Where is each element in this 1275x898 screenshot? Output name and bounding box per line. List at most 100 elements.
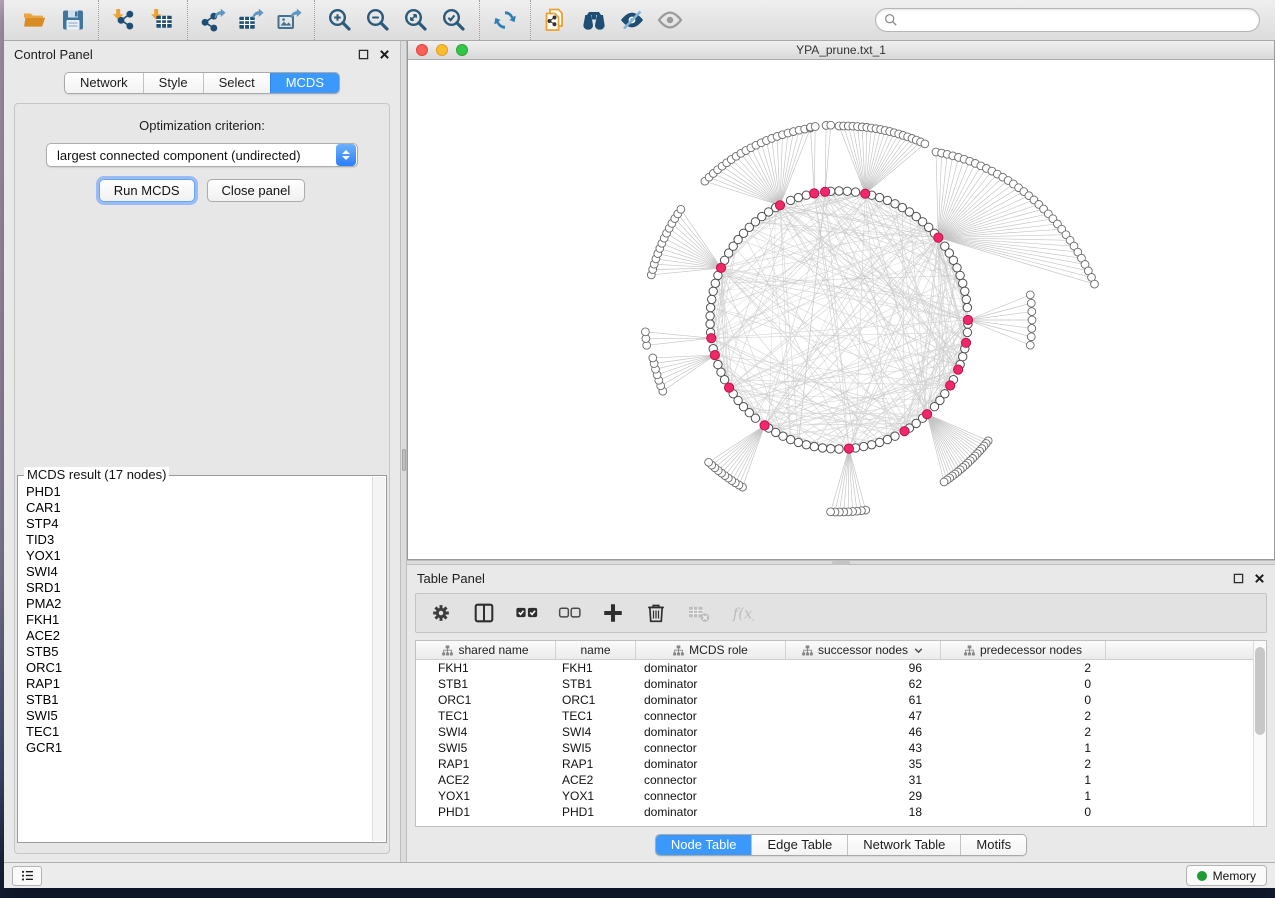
column-header-shared-name[interactable]: shared name	[416, 641, 556, 659]
splitter-grip[interactable]	[402, 449, 406, 471]
horizontal-splitter[interactable]	[407, 560, 1275, 565]
table-row[interactable]: TEC1TEC1connector472	[416, 708, 1266, 724]
zoom-selected-icon	[441, 7, 467, 33]
mcds-result-item[interactable]: RAP1	[26, 676, 371, 692]
column-header-predecessor-nodes[interactable]: predecessor nodes	[941, 641, 1106, 659]
add-row-icon	[601, 601, 625, 625]
search-input[interactable]	[903, 13, 1251, 27]
mcds-result-item[interactable]: PMA2	[26, 596, 371, 612]
table-row[interactable]: SWI4SWI4dominator462	[416, 724, 1266, 740]
scrollbar-thumb[interactable]	[1255, 647, 1265, 735]
close-panel-icon[interactable]	[1253, 572, 1265, 584]
main-toolbar	[4, 0, 1275, 41]
table-row[interactable]: RAP1RAP1dominator352	[416, 756, 1266, 772]
cell-predecessor-nodes: 2	[941, 756, 1106, 772]
refresh-view-button[interactable]	[486, 3, 524, 37]
tab-network-table[interactable]: Network Table	[847, 835, 960, 855]
task-history-button[interactable]	[12, 866, 42, 886]
open-file-button[interactable]	[16, 3, 54, 37]
float-panel-icon[interactable]	[357, 48, 369, 60]
add-row-button[interactable]	[600, 600, 626, 626]
tab-edge-table[interactable]: Edge Table	[751, 835, 847, 855]
show-details-button[interactable]	[651, 3, 689, 37]
close-panel-icon[interactable]	[378, 48, 390, 60]
mcds-result-item[interactable]: ACE2	[26, 628, 371, 644]
first-neighbors-button[interactable]	[575, 3, 613, 37]
table-row[interactable]: PHD1PHD1dominator180	[416, 804, 1266, 820]
table-row[interactable]: FKH1FKH1dominator962	[416, 660, 1266, 676]
mcds-list-scrollbar[interactable]	[372, 477, 385, 841]
deselect-all-button[interactable]	[557, 600, 583, 626]
network-window-titlebar[interactable]: YPA_prune.txt_1	[408, 41, 1274, 60]
mcds-result-item[interactable]: YOX1	[26, 548, 371, 564]
export-table-icon	[238, 7, 264, 33]
mcds-result-item[interactable]: FKH1	[26, 612, 371, 628]
mcds-result-item[interactable]: GCR1	[26, 740, 371, 756]
zoom-out-button[interactable]	[359, 3, 397, 37]
column-header-successor-nodes[interactable]: successor nodes	[786, 641, 941, 659]
export-network-button[interactable]	[194, 3, 232, 37]
mcds-result-item[interactable]: SWI4	[26, 564, 371, 580]
cell-MCDS-role: connector	[636, 740, 786, 756]
column-header-MCDS-role[interactable]: MCDS role	[636, 641, 786, 659]
memory-button[interactable]: Memory	[1186, 865, 1267, 886]
import-table-button[interactable]	[143, 3, 181, 37]
close-panel-button[interactable]: Close panel	[207, 179, 306, 202]
export-image-button[interactable]	[270, 3, 308, 37]
mcds-result-item[interactable]: STB5	[26, 644, 371, 660]
vertical-splitter[interactable]	[400, 41, 407, 862]
delete-row-button[interactable]	[643, 600, 669, 626]
optimization-criterion-select[interactable]: largest connected component (undirected)	[46, 143, 358, 167]
cell-MCDS-role: connector	[636, 772, 786, 788]
show-details-icon	[657, 7, 683, 33]
mcds-result-item[interactable]: ORC1	[26, 660, 371, 676]
network-from-document-icon	[543, 7, 569, 33]
split-columns-button[interactable]	[471, 600, 497, 626]
table-row[interactable]: ORC1ORC1dominator610	[416, 692, 1266, 708]
table-row[interactable]: STB1STB1dominator620	[416, 676, 1266, 692]
table-row[interactable]: ACE2ACE2connector311	[416, 772, 1266, 788]
zoom-in-button[interactable]	[321, 3, 359, 37]
tab-node-table[interactable]: Node Table	[656, 835, 752, 855]
mcds-result-item[interactable]: STP4	[26, 516, 371, 532]
mcds-result-item[interactable]: SRD1	[26, 580, 371, 596]
import-network-button[interactable]	[105, 3, 143, 37]
gear-button[interactable]	[428, 600, 454, 626]
table-row[interactable]: SWI5SWI5connector431	[416, 740, 1266, 756]
network-from-document-button[interactable]	[537, 3, 575, 37]
hide-details-button[interactable]	[613, 3, 651, 37]
tab-motifs[interactable]: Motifs	[960, 835, 1026, 855]
column-header-name[interactable]: name	[556, 641, 636, 659]
mcds-result-item[interactable]: SWI5	[26, 708, 371, 724]
cell-shared-name: STB1	[416, 676, 556, 692]
mcds-result-item[interactable]: TEC1	[26, 724, 371, 740]
network-graph[interactable]	[408, 60, 1274, 559]
table-panel: Table Panel f(x) shared namenameMCDS rol…	[407, 565, 1275, 862]
network-canvas[interactable]	[408, 60, 1274, 559]
mcds-result-item[interactable]: CAR1	[26, 500, 371, 516]
save-session-button[interactable]	[54, 3, 92, 37]
zoom-selected-button[interactable]	[435, 3, 473, 37]
export-table-button[interactable]	[232, 3, 270, 37]
cell-successor-nodes: 96	[786, 660, 941, 676]
tab-style[interactable]: Style	[143, 73, 203, 93]
toolbar-group	[530, 0, 695, 40]
mcds-result-item[interactable]: PHD1	[26, 484, 371, 500]
cell-MCDS-role: dominator	[636, 676, 786, 692]
float-panel-icon[interactable]	[1232, 572, 1244, 584]
control-panel-tabs: NetworkStyleSelectMCDS	[4, 72, 400, 94]
table-row[interactable]: YOX1YOX1connector291	[416, 788, 1266, 804]
tab-select[interactable]: Select	[203, 73, 270, 93]
tab-network[interactable]: Network	[65, 73, 143, 93]
zoom-fit-button[interactable]	[397, 3, 435, 37]
tab-mcds[interactable]: MCDS	[270, 73, 339, 93]
search-box[interactable]	[875, 8, 1260, 32]
mcds-result-item[interactable]: TID3	[26, 532, 371, 548]
mcds-result-item[interactable]: STB1	[26, 692, 371, 708]
zoom-fit-icon	[403, 7, 429, 33]
run-mcds-button[interactable]: Run MCDS	[99, 179, 195, 202]
select-all-button[interactable]	[514, 600, 540, 626]
table-scrollbar[interactable]	[1253, 641, 1266, 826]
cell-name: ORC1	[556, 692, 636, 708]
splitter-grip[interactable]	[832, 561, 850, 565]
